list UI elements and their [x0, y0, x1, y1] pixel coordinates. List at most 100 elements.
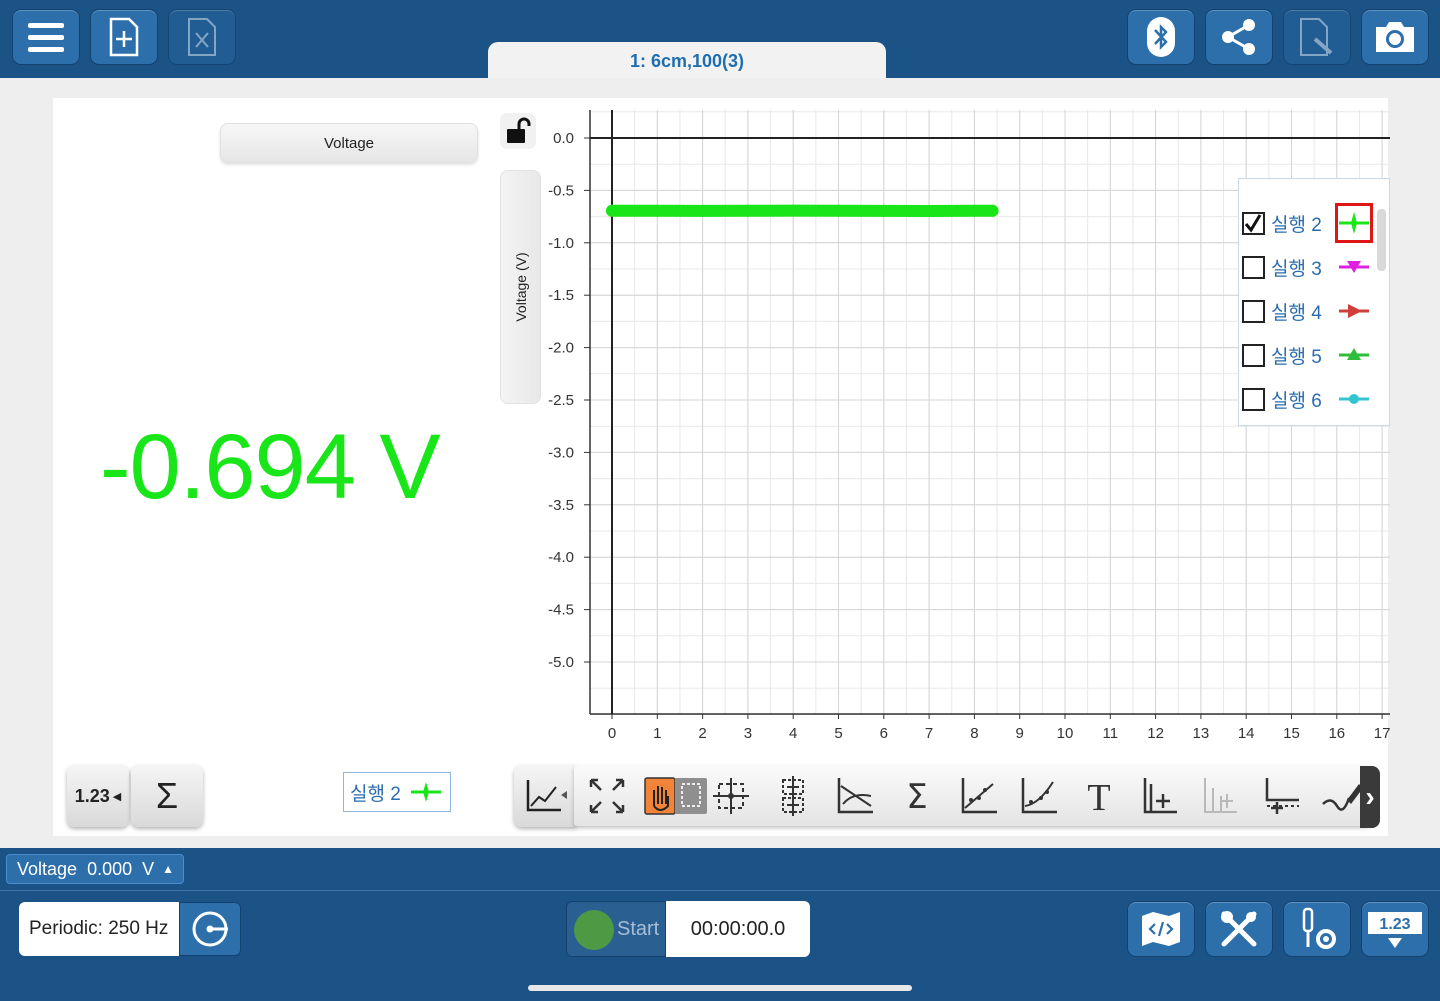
legend-checkbox[interactable]: [1242, 255, 1265, 279]
data-point: [986, 204, 999, 217]
digits-button[interactable]: 1.23 ◀: [67, 765, 129, 827]
legend-checkbox[interactable]: [1242, 211, 1265, 235]
slope-icon: [837, 778, 873, 814]
pan-select-tool-button[interactable]: [644, 772, 708, 820]
curve-fit-tool-button[interactable]: [954, 772, 1004, 820]
integral-tool-button[interactable]: Σ: [892, 772, 942, 820]
sensor-settings-button[interactable]: [1283, 901, 1351, 957]
y-tick-label: -4.0: [548, 549, 574, 566]
svg-text:T: T: [1087, 777, 1110, 818]
legend-checkbox[interactable]: [1242, 343, 1265, 367]
y-axis-label: Voltage (V): [512, 252, 529, 322]
legend-label: 실행 3: [1271, 258, 1322, 280]
y-tick-label: -2.5: [548, 392, 574, 409]
collection-mode-button[interactable]: [179, 902, 241, 956]
elapsed-timer: 00:00:00.0: [666, 901, 810, 957]
x-tick-label: 16: [1328, 725, 1345, 742]
fit-tool-button[interactable]: [582, 772, 632, 820]
legend-label: 실행 5: [1271, 346, 1322, 368]
curve-fit2-tool-button[interactable]: [1014, 772, 1064, 820]
camera-button[interactable]: [1361, 9, 1429, 65]
graph-type-button[interactable]: [514, 765, 576, 827]
new-page-button[interactable]: [90, 9, 158, 65]
data-point: [606, 204, 618, 217]
sensor-name: Voltage: [17, 858, 78, 879]
data-point: [696, 204, 709, 217]
sensor-settings-icon: [1302, 907, 1336, 949]
sum-icon: Σ: [155, 775, 179, 816]
y-tick-label: -4.5: [548, 602, 574, 619]
draw-tool-button[interactable]: [1316, 772, 1366, 820]
delete-page-button[interactable]: [168, 9, 236, 65]
check-icon: [1244, 213, 1262, 233]
add-axis-tool-button[interactable]: [1134, 772, 1184, 820]
x-tick-label: 11: [1103, 725, 1119, 742]
bluetooth-icon: [1147, 17, 1175, 57]
legend-checkbox[interactable]: [1242, 299, 1265, 323]
crosshair-tool-button[interactable]: [706, 772, 756, 820]
y-tick-label: 0.0: [553, 130, 574, 147]
top-toolbar: 1: 6cm,100(3): [0, 0, 1440, 80]
x-tick-label: 14: [1238, 725, 1255, 742]
meter-header[interactable]: Voltage: [220, 123, 478, 163]
x-tick-label: 15: [1283, 725, 1300, 742]
legend-panel[interactable]: 실행 2 실행 3 실행 4 실행 5 실행 6: [1238, 178, 1390, 426]
draw-icon: [1322, 784, 1363, 811]
x-tick-label: 13: [1193, 725, 1210, 742]
slope-tool-button[interactable]: [830, 772, 880, 820]
x-tick-label: 3: [744, 725, 752, 742]
legend-label: 실행 2: [1271, 214, 1322, 236]
start-button[interactable]: Start: [566, 901, 666, 957]
legend-item[interactable]: 실행 4: [1239, 291, 1389, 331]
meter-value: -0.694 V: [100, 416, 441, 518]
legend-marker-icon[interactable]: [1335, 291, 1373, 331]
run-selector[interactable]: 실행 2: [343, 772, 451, 812]
legend-label: 실행 6: [1271, 390, 1322, 412]
sampling-rate[interactable]: Periodic: 250 Hz: [19, 902, 179, 956]
legend-marker-icon[interactable]: [1335, 247, 1373, 287]
bluetooth-button[interactable]: [1127, 9, 1195, 65]
integral-icon: Σ: [906, 777, 927, 817]
x-tick-label: 5: [834, 725, 842, 742]
y-tick-label: -3.5: [548, 497, 574, 514]
fit-icon: [589, 778, 625, 814]
tools-button[interactable]: [1205, 901, 1273, 957]
legend-item[interactable]: 실행 6: [1239, 379, 1389, 419]
graph-toolbar: ΣT: [574, 766, 1370, 826]
add-axis-disabled-icon: [1204, 778, 1237, 813]
y-axis-selector[interactable]: Voltage (V): [500, 170, 541, 404]
svg-text:Σ: Σ: [906, 777, 927, 817]
legend-item[interactable]: 실행 3: [1239, 247, 1389, 287]
curve-fit-icon: [961, 778, 997, 814]
x-tick-label: 17: [1374, 725, 1390, 742]
legend-item[interactable]: 실행 2: [1239, 203, 1389, 243]
legend-marker-icon[interactable]: [1335, 335, 1373, 375]
share-button[interactable]: [1205, 9, 1273, 65]
text-tool-button[interactable]: T: [1074, 772, 1124, 820]
x-tick-label: 1: [653, 725, 661, 742]
sampling-rate-label: Periodic: 250 Hz: [29, 918, 169, 939]
x-tick-label: 8: [970, 725, 978, 742]
legend-item[interactable]: 실행 5: [1239, 335, 1389, 375]
annotate-button[interactable]: [1283, 9, 1351, 65]
axis-lock-button[interactable]: [500, 113, 536, 149]
code-map-button[interactable]: [1127, 901, 1195, 957]
menu-button[interactable]: [12, 9, 80, 65]
tools-icon: [1221, 911, 1257, 947]
unlock-icon: [507, 117, 531, 143]
statistics-button[interactable]: Σ: [131, 765, 203, 827]
tangent-tool-button[interactable]: [768, 772, 818, 820]
display-mode-button[interactable]: 1.23: [1361, 901, 1429, 957]
toolbar-expand-button[interactable]: ›: [1360, 766, 1380, 828]
start-indicator-icon: [574, 910, 614, 950]
sensor-chip[interactable]: Voltage 0.000 V ▲: [6, 854, 184, 884]
legend-checkbox[interactable]: [1242, 387, 1265, 411]
digits-label: 1.23: [74, 785, 110, 806]
legend-marker-icon[interactable]: [1335, 379, 1373, 419]
add-series-tool-button[interactable]: [1256, 772, 1306, 820]
legend-marker-icon[interactable]: [1335, 203, 1373, 243]
page-tab[interactable]: 1: 6cm,100(3): [488, 42, 886, 80]
x-tick-label: 0: [608, 725, 616, 742]
display-mode-icon: 1.23: [1368, 912, 1422, 948]
pan-select-icon: [644, 777, 707, 815]
